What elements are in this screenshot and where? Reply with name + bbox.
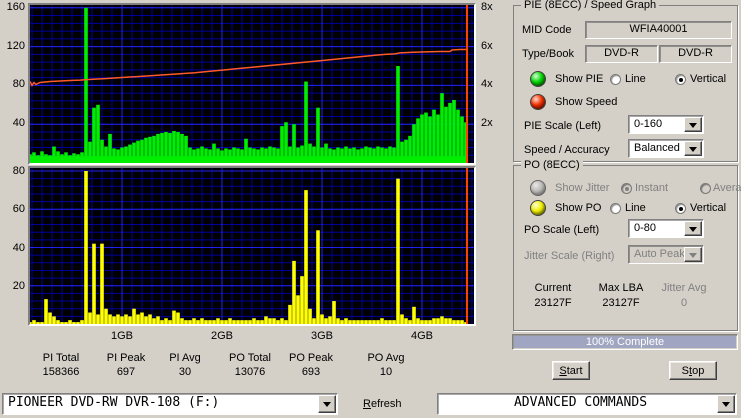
progress-bar: 100% Complete bbox=[512, 334, 738, 350]
jitter-average-label: Average bbox=[713, 182, 741, 194]
jitter-instant-radio bbox=[621, 183, 632, 194]
speed-axis-tick-label: 8x bbox=[481, 0, 493, 13]
max-lba-value: 23127F bbox=[602, 297, 640, 309]
speed-accuracy-label: Speed / Accuracy bbox=[524, 144, 610, 156]
chevron-down-icon[interactable] bbox=[684, 117, 702, 132]
stat-po-peak: PO Peak 693 bbox=[276, 351, 346, 379]
progress-label: 100% Complete bbox=[585, 336, 665, 348]
chevron-down-icon[interactable] bbox=[717, 395, 735, 413]
pie-axis-tick-label: 120 bbox=[6, 39, 25, 52]
po-line-radio[interactable] bbox=[610, 203, 621, 214]
show-speed-led-button[interactable] bbox=[530, 94, 546, 110]
current-label: Current bbox=[534, 282, 572, 294]
speed-axis-tick-label: 4x bbox=[481, 78, 493, 91]
po-group: PO (8ECC) Show Jitter Instant Average Sh… bbox=[513, 159, 741, 331]
stat-po-avg: PO Avg 10 bbox=[351, 351, 421, 379]
pie-scale-label: PIE Scale (Left) bbox=[524, 120, 602, 132]
jitter-scale-label: Jitter Scale (Right) bbox=[524, 250, 615, 262]
pie-line-radio[interactable] bbox=[610, 74, 621, 85]
po-group-title: PO (8ECC) bbox=[521, 159, 583, 171]
disc-type-field: DVD-R bbox=[585, 45, 658, 63]
pie-vertical-radio[interactable] bbox=[675, 74, 686, 85]
stat-value: 158366 bbox=[42, 366, 80, 378]
start-button[interactable]: Start bbox=[552, 361, 590, 380]
pie-vertical-label: Vertical bbox=[690, 73, 727, 85]
speed-axis-tick-label: 6x bbox=[481, 39, 493, 52]
refresh-button[interactable]: Refresh bbox=[363, 398, 402, 410]
mid-code-label: MID Code bbox=[522, 24, 572, 36]
show-po-label: Show PO bbox=[555, 202, 602, 214]
mid-code-field: WFIA40001 bbox=[585, 21, 732, 39]
show-pie-led-button[interactable] bbox=[530, 71, 546, 87]
chevron-down-icon[interactable] bbox=[684, 141, 702, 156]
chevron-down-icon[interactable] bbox=[318, 395, 336, 413]
gb-axis-tick-label: 4GB bbox=[410, 330, 433, 342]
po-chart-canvas bbox=[28, 168, 474, 324]
stat-label: PO Peak bbox=[288, 352, 334, 364]
speed-accuracy-dropdown[interactable]: Balanced bbox=[628, 139, 704, 158]
advanced-commands-dropdown[interactable]: ADVANCED COMMANDS bbox=[437, 393, 737, 415]
jitter-avg-value: 0 bbox=[680, 297, 688, 309]
stat-value: 693 bbox=[301, 366, 321, 378]
pie-speed-chart-canvas bbox=[28, 5, 474, 163]
po-vertical-label: Vertical bbox=[690, 202, 727, 214]
chevron-down-icon bbox=[684, 247, 702, 262]
pie-axis-tick-label: 80 bbox=[12, 78, 25, 91]
po-axis-tick-label: 80 bbox=[12, 165, 25, 177]
disc-quality-app-window: PI Total 158366 PI Peak 697 PI Avg 30 PO Total… bbox=[0, 0, 741, 418]
po-scale-label: PO Scale (Left) bbox=[524, 224, 600, 236]
pie-axis-tick-label: 160 bbox=[6, 0, 25, 13]
progress-bar-fill: 100% Complete bbox=[514, 336, 736, 348]
po-line-label: Line bbox=[625, 202, 646, 214]
stat-pi-avg: PI Avg 30 bbox=[150, 351, 220, 379]
stat-label: PI Avg bbox=[169, 352, 201, 364]
stat-value: 10 bbox=[379, 366, 393, 378]
pie-scale-dropdown[interactable]: 0-160 bbox=[628, 115, 704, 134]
drive-select-dropdown[interactable]: PIONEER DVD-RW DVR-108 (F:) bbox=[2, 393, 338, 415]
show-po-led-button[interactable] bbox=[530, 200, 546, 216]
po-vertical-radio[interactable] bbox=[675, 203, 686, 214]
jitter-average-radio bbox=[700, 183, 711, 194]
jitter-avg-label: Jitter Avg bbox=[661, 282, 707, 294]
gb-axis-tick-label: 1GB bbox=[110, 330, 133, 342]
show-jitter-label: Show Jitter bbox=[555, 182, 610, 194]
po-scale-dropdown[interactable]: 0-80 bbox=[628, 219, 704, 238]
pie-axis-tick-label: 40 bbox=[12, 117, 25, 130]
stat-label: PI Total bbox=[42, 352, 80, 364]
po-plot bbox=[28, 166, 476, 326]
stat-pi-total: PI Total 158366 bbox=[26, 351, 96, 379]
po-axis-tick-label: 40 bbox=[12, 241, 25, 254]
stop-button[interactable]: Stop bbox=[669, 361, 717, 380]
gb-axis-tick-label: 3GB bbox=[310, 330, 333, 342]
pie-group-title: PIE (8ECC) / Speed Graph bbox=[521, 0, 660, 11]
max-lba-label: Max LBA bbox=[598, 282, 644, 294]
pie-line-label: Line bbox=[625, 73, 646, 85]
gb-axis-tick-label: 2GB bbox=[210, 330, 233, 342]
book-type-field: DVD-R bbox=[659, 45, 732, 63]
pie-speed-group: PIE (8ECC) / Speed Graph MID Code WFIA40… bbox=[513, 0, 738, 162]
jitter-instant-label: Instant bbox=[635, 182, 669, 194]
po-axis-tick-label: 20 bbox=[12, 279, 25, 292]
stat-value: 13076 bbox=[234, 366, 266, 378]
type-book-label: Type/Book bbox=[522, 48, 574, 60]
stat-label: PO Total bbox=[229, 352, 271, 364]
show-pie-label: Show PIE bbox=[555, 73, 604, 85]
show-speed-label: Show Speed bbox=[555, 96, 618, 108]
jitter-scale-dropdown: Auto Peak bbox=[628, 245, 704, 264]
po-axis-tick-label: 60 bbox=[12, 203, 25, 216]
stat-value: 30 bbox=[178, 366, 192, 378]
speed-axis-tick-label: 2x bbox=[481, 117, 493, 130]
pie-speed-plot bbox=[28, 3, 476, 165]
current-value: 23127F bbox=[534, 297, 572, 309]
stat-label: PO Avg bbox=[367, 352, 405, 364]
show-jitter-led-button bbox=[530, 180, 546, 196]
chevron-down-icon[interactable] bbox=[684, 221, 702, 236]
stat-po-total: PO Total 13076 bbox=[215, 351, 285, 379]
